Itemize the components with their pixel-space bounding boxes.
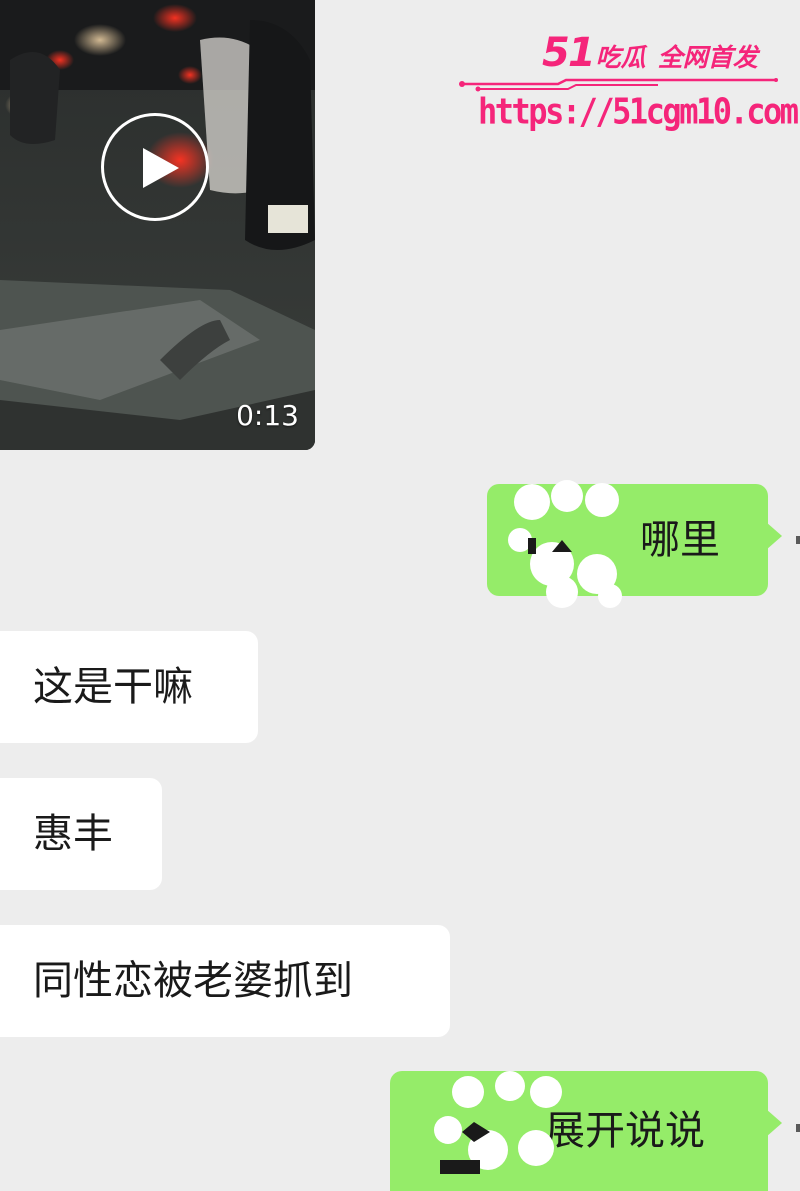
message-bubble-incoming[interactable]: 这是干嘛 — [0, 631, 258, 743]
video-thumbnail — [0, 0, 315, 450]
message-bubble-incoming[interactable]: 惠丰 — [0, 778, 162, 890]
message-bubble-incoming[interactable]: 同性恋被老婆抓到 — [0, 925, 450, 1037]
watermark-url: https://51cgm10.com — [478, 90, 799, 133]
watermark-brand: 51吃瓜 全网首发 — [542, 30, 758, 76]
scroll-edge-mark — [796, 1124, 800, 1132]
video-message[interactable]: 0:13 — [0, 0, 315, 450]
watermark: 51吃瓜 全网首发 https://51cgm10.com — [458, 28, 799, 138]
watermark-brand-number: 51 — [542, 30, 596, 76]
message-text: 惠丰 — [33, 811, 113, 857]
scroll-edge-mark — [796, 536, 800, 544]
message-bubble-outgoing[interactable]: 哪里 — [487, 484, 782, 596]
message-text: 同性恋被老婆抓到 — [33, 958, 353, 1004]
watermark-brand-name: 吃瓜 — [595, 43, 646, 72]
message-bubble-outgoing[interactable]: 展开说说 — [390, 1071, 782, 1191]
video-duration: 0:13 — [236, 399, 299, 432]
play-icon — [143, 148, 179, 188]
play-button[interactable] — [101, 113, 209, 221]
message-text: 这是干嘛 — [33, 664, 193, 710]
watermark-tagline: 全网首发 — [657, 43, 758, 72]
message-text: 哪里 — [640, 517, 720, 563]
message-text: 展开说说 — [545, 1108, 705, 1154]
